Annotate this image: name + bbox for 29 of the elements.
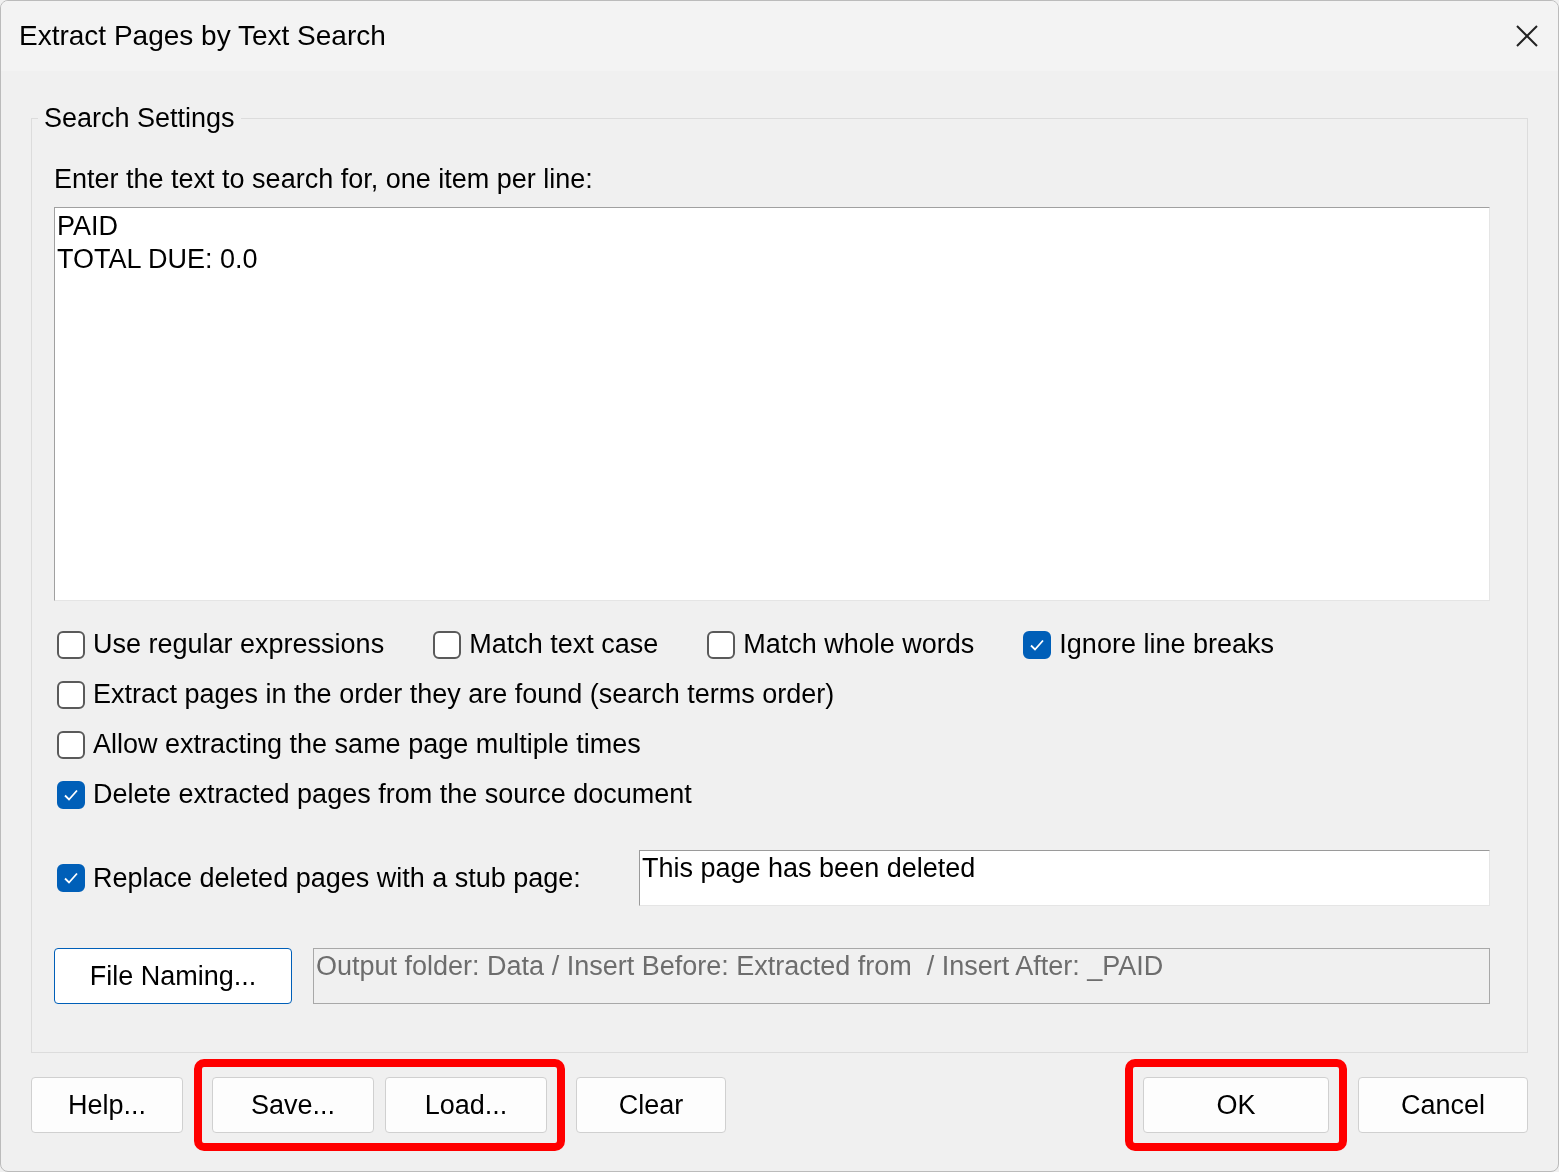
checkbox[interactable] bbox=[1023, 630, 1052, 659]
dialog-button[interactable]: Help... bbox=[31, 1077, 183, 1133]
dialog-button[interactable]: Save... bbox=[212, 1077, 374, 1133]
checkbox[interactable] bbox=[433, 630, 462, 659]
output-summary-field: Output folder: Data / Insert Before: Extracted from / Insert After: _PAID bbox=[313, 948, 1490, 1004]
stub-text-field[interactable]: This page has been deleted bbox=[639, 850, 1490, 906]
dialog-button[interactable]: Load... bbox=[385, 1077, 547, 1133]
dialog-button[interactable]: Cancel bbox=[1358, 1077, 1528, 1133]
checkbox[interactable] bbox=[57, 630, 85, 659]
checkbox-label: Match text case bbox=[469, 629, 659, 660]
checkbox-label: Extract pages in the order they are found (search terms order) bbox=[93, 679, 835, 710]
checkbox[interactable] bbox=[57, 780, 85, 809]
close-icon[interactable] bbox=[1514, 23, 1540, 49]
checkbox[interactable] bbox=[57, 680, 85, 709]
checkbox-label: Match whole words bbox=[743, 629, 975, 660]
prompt-label: Enter the text to search for, one item per line: bbox=[54, 164, 594, 195]
checkbox-label: Allow extracting the same page multiple times bbox=[93, 729, 641, 760]
checkbox[interactable] bbox=[707, 630, 736, 659]
checkbox-label: Use regular expressions bbox=[93, 629, 385, 660]
dialog-button[interactable]: Clear bbox=[576, 1077, 726, 1133]
group-title: Search Settings bbox=[43, 103, 236, 134]
checkbox-label: Delete extracted pages from the source document bbox=[93, 779, 692, 810]
search-field[interactable]: PAID TOTAL DUE: 0.0 bbox=[54, 207, 1490, 601]
checkbox-label: Ignore line breaks bbox=[1059, 629, 1274, 660]
dialog-button[interactable]: OK bbox=[1143, 1077, 1329, 1133]
window-title: Extract Pages by Text Search bbox=[19, 20, 386, 52]
checkbox[interactable] bbox=[57, 864, 85, 892]
checkbox-label: Replace deleted pages with a stub page: bbox=[93, 862, 581, 894]
checkbox[interactable] bbox=[57, 730, 85, 759]
